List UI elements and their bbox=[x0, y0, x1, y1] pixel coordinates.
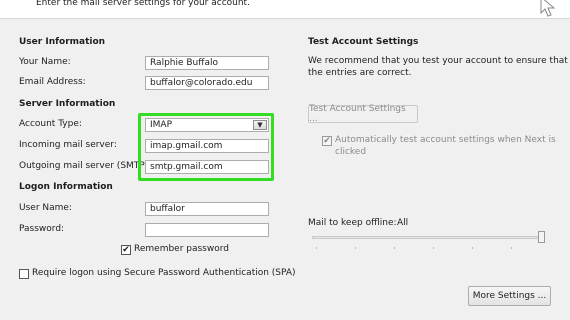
spa-checkbox[interactable] bbox=[19, 269, 29, 279]
slider-tick bbox=[355, 247, 356, 249]
auto-test-checkbox[interactable]: ✔ bbox=[322, 136, 332, 146]
test-description-line1: We recommend that you test your account … bbox=[308, 56, 568, 66]
banner-text: Enter the mail server settings for your … bbox=[36, 0, 250, 8]
spa-label: Require logon using Secure Password Auth… bbox=[32, 268, 296, 278]
more-settings-button[interactable]: More Settings ... bbox=[468, 286, 551, 306]
highlight-box bbox=[138, 113, 274, 181]
offline-label: Mail to keep offline: bbox=[308, 218, 397, 228]
slider-tick bbox=[316, 247, 317, 249]
auto-test-label-line2: clicked bbox=[335, 147, 367, 157]
test-settings-heading: Test Account Settings bbox=[308, 37, 419, 47]
test-account-settings-button[interactable]: Test Account Settings ... bbox=[308, 104, 418, 124]
user-name-label: User Name: bbox=[19, 203, 72, 213]
password-field[interactable] bbox=[145, 223, 269, 237]
email-field[interactable]: buffalor@colorado.edu bbox=[145, 76, 269, 90]
slider-tick bbox=[394, 247, 395, 249]
remember-password-label: Remember password bbox=[134, 244, 229, 254]
email-label: Email Address: bbox=[19, 77, 86, 87]
account-type-label: Account Type: bbox=[19, 119, 82, 129]
check-icon: ✔ bbox=[122, 245, 130, 255]
header-banner: Enter the mail server settings for your … bbox=[0, 0, 570, 19]
slider-tick bbox=[511, 247, 512, 249]
check-icon: ✔ bbox=[323, 136, 331, 146]
offline-value: All bbox=[397, 218, 409, 228]
auto-test-label-line1: Automatically test account settings when… bbox=[335, 135, 556, 145]
offline-slider-track[interactable] bbox=[312, 236, 542, 239]
remember-password-checkbox[interactable]: ✔ bbox=[121, 245, 131, 255]
test-description-line2: the entries are correct. bbox=[308, 68, 412, 78]
offline-slider-thumb[interactable] bbox=[538, 231, 545, 243]
outgoing-server-label: Outgoing mail server (SMTP): bbox=[19, 161, 152, 171]
your-name-label: Your Name: bbox=[19, 57, 71, 67]
incoming-server-label: Incoming mail server: bbox=[19, 140, 117, 150]
logon-info-heading: Logon Information bbox=[19, 182, 113, 192]
user-info-heading: User Information bbox=[19, 37, 106, 47]
your-name-field[interactable]: Ralphie Buffalo bbox=[145, 56, 269, 70]
user-name-field[interactable]: buffalor bbox=[145, 202, 269, 216]
password-label: Password: bbox=[19, 224, 65, 234]
slider-tick bbox=[472, 247, 473, 249]
arrow-cursor-icon bbox=[540, 0, 556, 17]
slider-tick bbox=[433, 247, 434, 249]
server-info-heading: Server Information bbox=[19, 99, 116, 109]
